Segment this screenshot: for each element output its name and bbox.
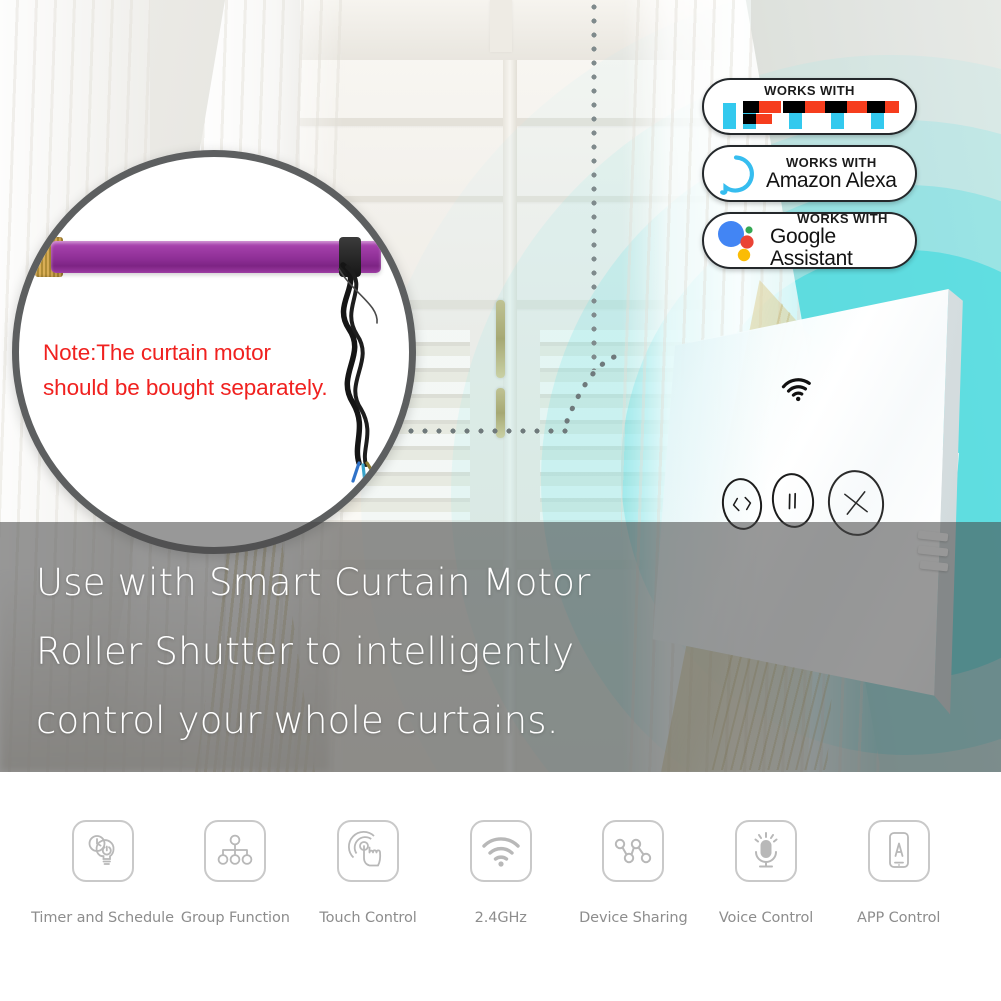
badge-brand-name: Amazon Alexa xyxy=(766,169,897,192)
feature-app-control: APP Control xyxy=(832,820,965,926)
touch-control-icon xyxy=(337,820,399,882)
feature-label: Timer and Schedule xyxy=(31,910,174,926)
feature-label: 2.4GHz xyxy=(474,910,527,926)
badge-ifttt: WORKS WITH xyxy=(702,78,917,135)
group-function-icon xyxy=(204,820,267,882)
headline: Use with Smart Curtain Motor Roller Shut… xyxy=(36,548,696,755)
badge-amazon-alexa: WORKS WITH Amazon Alexa xyxy=(702,145,917,202)
pause-icon xyxy=(788,492,796,509)
badge-works-with-label: WORKS WITH xyxy=(764,83,855,98)
dotted-path-arc xyxy=(561,354,617,432)
feature-label: Group Function xyxy=(180,910,290,926)
dotted-path-vertical xyxy=(591,0,597,370)
feature-label: Touch Control xyxy=(319,910,417,926)
curtain-open-icon xyxy=(732,496,752,512)
google-assistant-logo-icon xyxy=(714,219,764,263)
microphone-icon xyxy=(735,820,798,882)
curtain-close-icon xyxy=(844,491,868,515)
motor-callout-circle: Note:The curtain motor should be bought … xyxy=(12,150,416,554)
feature-voice-control: Voice Control xyxy=(700,820,833,926)
headline-line-1: Use with Smart Curtain Motor xyxy=(36,561,591,604)
feature-touch-control: Touch Control xyxy=(302,820,435,926)
amazon-alexa-logo-icon xyxy=(716,154,756,195)
wifi-icon xyxy=(781,378,811,402)
feature-wifi-band: 2.4GHz xyxy=(434,820,567,926)
feature-label: Voice Control xyxy=(718,910,814,926)
motor-note: Note:The curtain motor should be bought … xyxy=(43,335,383,405)
feature-device-sharing: Device Sharing xyxy=(567,820,700,926)
headline-line-2: Roller Shutter to intelligently xyxy=(36,630,575,673)
app-control-icon xyxy=(867,820,930,882)
feature-label: APP Control xyxy=(857,910,941,926)
wifi-icon xyxy=(469,820,532,882)
badge-google-assistant: WORKS WITH Google Assistant xyxy=(702,212,917,269)
feature-label: Device Sharing xyxy=(579,910,688,926)
motor-note-line2: should be bought separately. xyxy=(43,375,328,400)
feature-timer-and-schedule: Timer and Schedule xyxy=(31,820,174,926)
works-with-badges: WORKS WITH WORKS WITH Amazon Alexa WORKS… xyxy=(702,78,917,269)
headline-line-3: control your whole curtains. xyxy=(36,699,559,742)
feature-group-function: Group Function xyxy=(169,820,302,926)
feature-strip: Timer and Schedule Group Function Touch … xyxy=(0,772,1001,1001)
badge-works-with-label: WORKS WITH xyxy=(786,155,877,170)
badge-works-with-label: WORKS WITH xyxy=(797,212,888,226)
ifttt-logo-icon xyxy=(721,99,899,129)
product-banner: Note:The curtain motor should be bought … xyxy=(0,0,1001,1001)
room-scene: Note:The curtain motor should be bought … xyxy=(0,0,1001,772)
badge-brand-name: Google Assistant xyxy=(770,225,853,269)
motor-note-line1: Note:The curtain motor xyxy=(43,340,271,365)
timer-schedule-icon xyxy=(71,820,134,882)
device-sharing-icon xyxy=(602,820,665,882)
